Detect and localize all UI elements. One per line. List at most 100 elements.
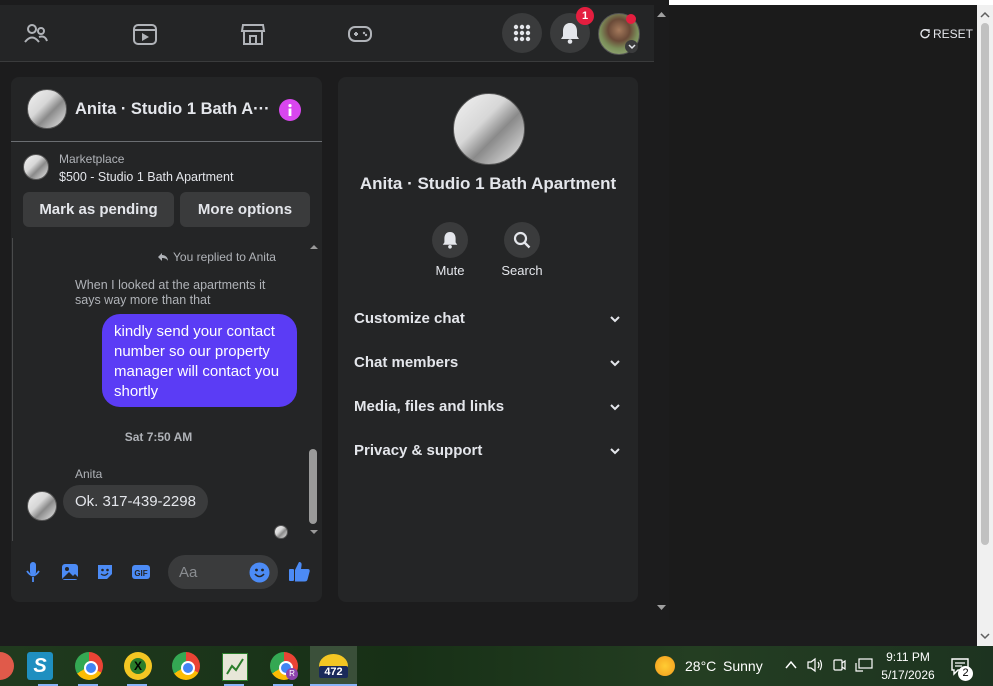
incoming-message: Ok. 317-439-2298 [75,493,196,510]
seen-indicator [274,525,288,539]
scroll-up-icon[interactable] [977,9,993,21]
active-app-tile[interactable]: 472 [310,646,357,686]
marketplace-label: Marketplace [59,152,125,166]
scroll-down-icon[interactable] [654,603,669,613]
incoming-bubble[interactable]: Ok. 317-439-2298 [63,485,208,518]
app-icon-partial[interactable] [0,652,14,680]
search-button[interactable] [504,222,540,258]
chevron-down-icon [610,448,620,455]
page-scrollbar[interactable] [654,5,669,615]
scroll-down-icon[interactable] [977,630,993,642]
weather-text[interactable]: Sunny [723,658,763,674]
privacy-support-section[interactable]: Privacy & support [354,442,622,466]
chevron-up-icon[interactable] [784,659,798,671]
chrome-icon[interactable] [172,652,200,680]
notification-badge: 1 [576,7,594,25]
app-badge-count: 472 [319,666,348,678]
info-title: Anita · Studio 1 Bath Apartment [359,174,617,193]
chat-header: Anita · Studio 1 Bath A··· [11,77,322,142]
chat-panel: Anita · Studio 1 Bath A··· Marketplace $… [11,77,322,602]
svg-text:GIF: GIF [134,569,147,578]
more-options-button[interactable]: More options [180,192,310,227]
chrome-profile-icon[interactable] [75,652,103,680]
chat-info-panel: Anita · Studio 1 Bath Apartment Mute Sea… [338,77,638,602]
sticker-icon[interactable] [95,562,115,582]
outgoing-message: kindly send your contact number so our p… [114,323,280,400]
marketplace-icon[interactable] [240,21,266,47]
friends-icon[interactable] [23,21,49,47]
speaker-icon[interactable] [806,657,824,673]
reply-icon [158,253,168,261]
menu-button[interactable] [502,13,542,53]
info-button[interactable] [279,99,301,121]
media-files-links-section[interactable]: Media, files and links [354,398,622,422]
menu-grid-icon [513,24,531,42]
scroll-thumb[interactable] [309,449,317,524]
section-label: Customize chat [354,310,465,327]
section-label: Chat members [354,354,459,371]
reset-label: RESET [933,27,974,41]
message-list: You replied to Anita When I looked at th… [11,238,322,541]
chat-avatar[interactable] [27,89,67,129]
meet-now-icon[interactable] [832,657,846,673]
sun-icon[interactable] [655,656,675,676]
xmind-icon[interactable]: X [124,652,152,680]
mute-label: Mute [435,263,465,278]
bell-icon [442,232,458,249]
gif-icon[interactable]: GIF [131,562,151,582]
weather-temp[interactable]: 28°C [685,658,716,674]
scroll-thumb[interactable] [981,23,989,545]
microphone-icon[interactable] [26,561,40,583]
mute-button[interactable] [432,222,468,258]
mark-as-pending-button[interactable]: Mark as pending [23,192,174,227]
network-icon[interactable] [855,657,873,673]
watch-icon[interactable] [132,21,158,47]
action-center-badge: 2 [958,666,973,681]
outgoing-bubble[interactable]: kindly send your contact number so our p… [102,314,297,407]
emoji-icon[interactable] [249,562,270,583]
scroll-up-icon[interactable] [654,9,669,19]
info-avatar[interactable] [453,93,525,165]
scroll-down-icon[interactable] [307,527,321,537]
thumbs-up-icon[interactable] [288,560,311,583]
account-dropdown[interactable] [625,40,638,53]
chat-title[interactable]: Anita · Studio 1 Bath A··· [75,100,270,119]
listing-title[interactable]: $500 - Studio 1 Bath Apartment [59,170,233,184]
photo-icon[interactable] [60,562,80,582]
message-input[interactable]: Aa [168,555,278,589]
replied-note: You replied to Anita [157,250,276,264]
sender-name: Anita [75,467,103,481]
chevron-down-icon [610,316,620,323]
chat-members-section[interactable]: Chat members [354,354,622,378]
chevron-down-icon [610,404,620,411]
customize-chat-section[interactable]: Customize chat [354,310,622,334]
message-placeholder: Aa [179,564,198,581]
reset-button[interactable]: RESET [920,27,973,41]
browser-scrollbar[interactable] [977,5,993,646]
clock-date[interactable]: 5/17/2026 [876,668,940,682]
message-timestamp: Sat 7:50 AM [124,430,193,444]
bell-icon [561,23,579,44]
refresh-icon [920,29,930,39]
online-dot [626,14,636,24]
section-label: Media, files and links [354,398,505,415]
divider [12,238,13,541]
chrome-profile-r-icon[interactable]: R [270,652,298,680]
windows-taskbar: S X R 472 28°C Sunny 9:11 PM 5/17/2026 2 [0,646,993,686]
search-label: Search [501,263,543,278]
replied-note-text: You replied to Anita [173,250,276,264]
chevron-down-icon [627,43,636,49]
message-scrollbar[interactable] [307,238,321,541]
browser-bottom-band [0,620,977,646]
spreadsheet-icon[interactable] [222,653,248,681]
surfshark-icon[interactable]: S [27,652,53,680]
listing-thumbnail[interactable] [23,154,49,180]
search-icon [513,231,531,249]
clock-time[interactable]: 9:11 PM [880,650,936,664]
sender-avatar[interactable] [27,491,57,521]
section-label: Privacy & support [354,442,483,459]
right-background [669,5,977,620]
gaming-icon[interactable] [347,21,373,47]
info-icon [288,104,292,116]
scroll-up-icon[interactable] [307,242,321,252]
